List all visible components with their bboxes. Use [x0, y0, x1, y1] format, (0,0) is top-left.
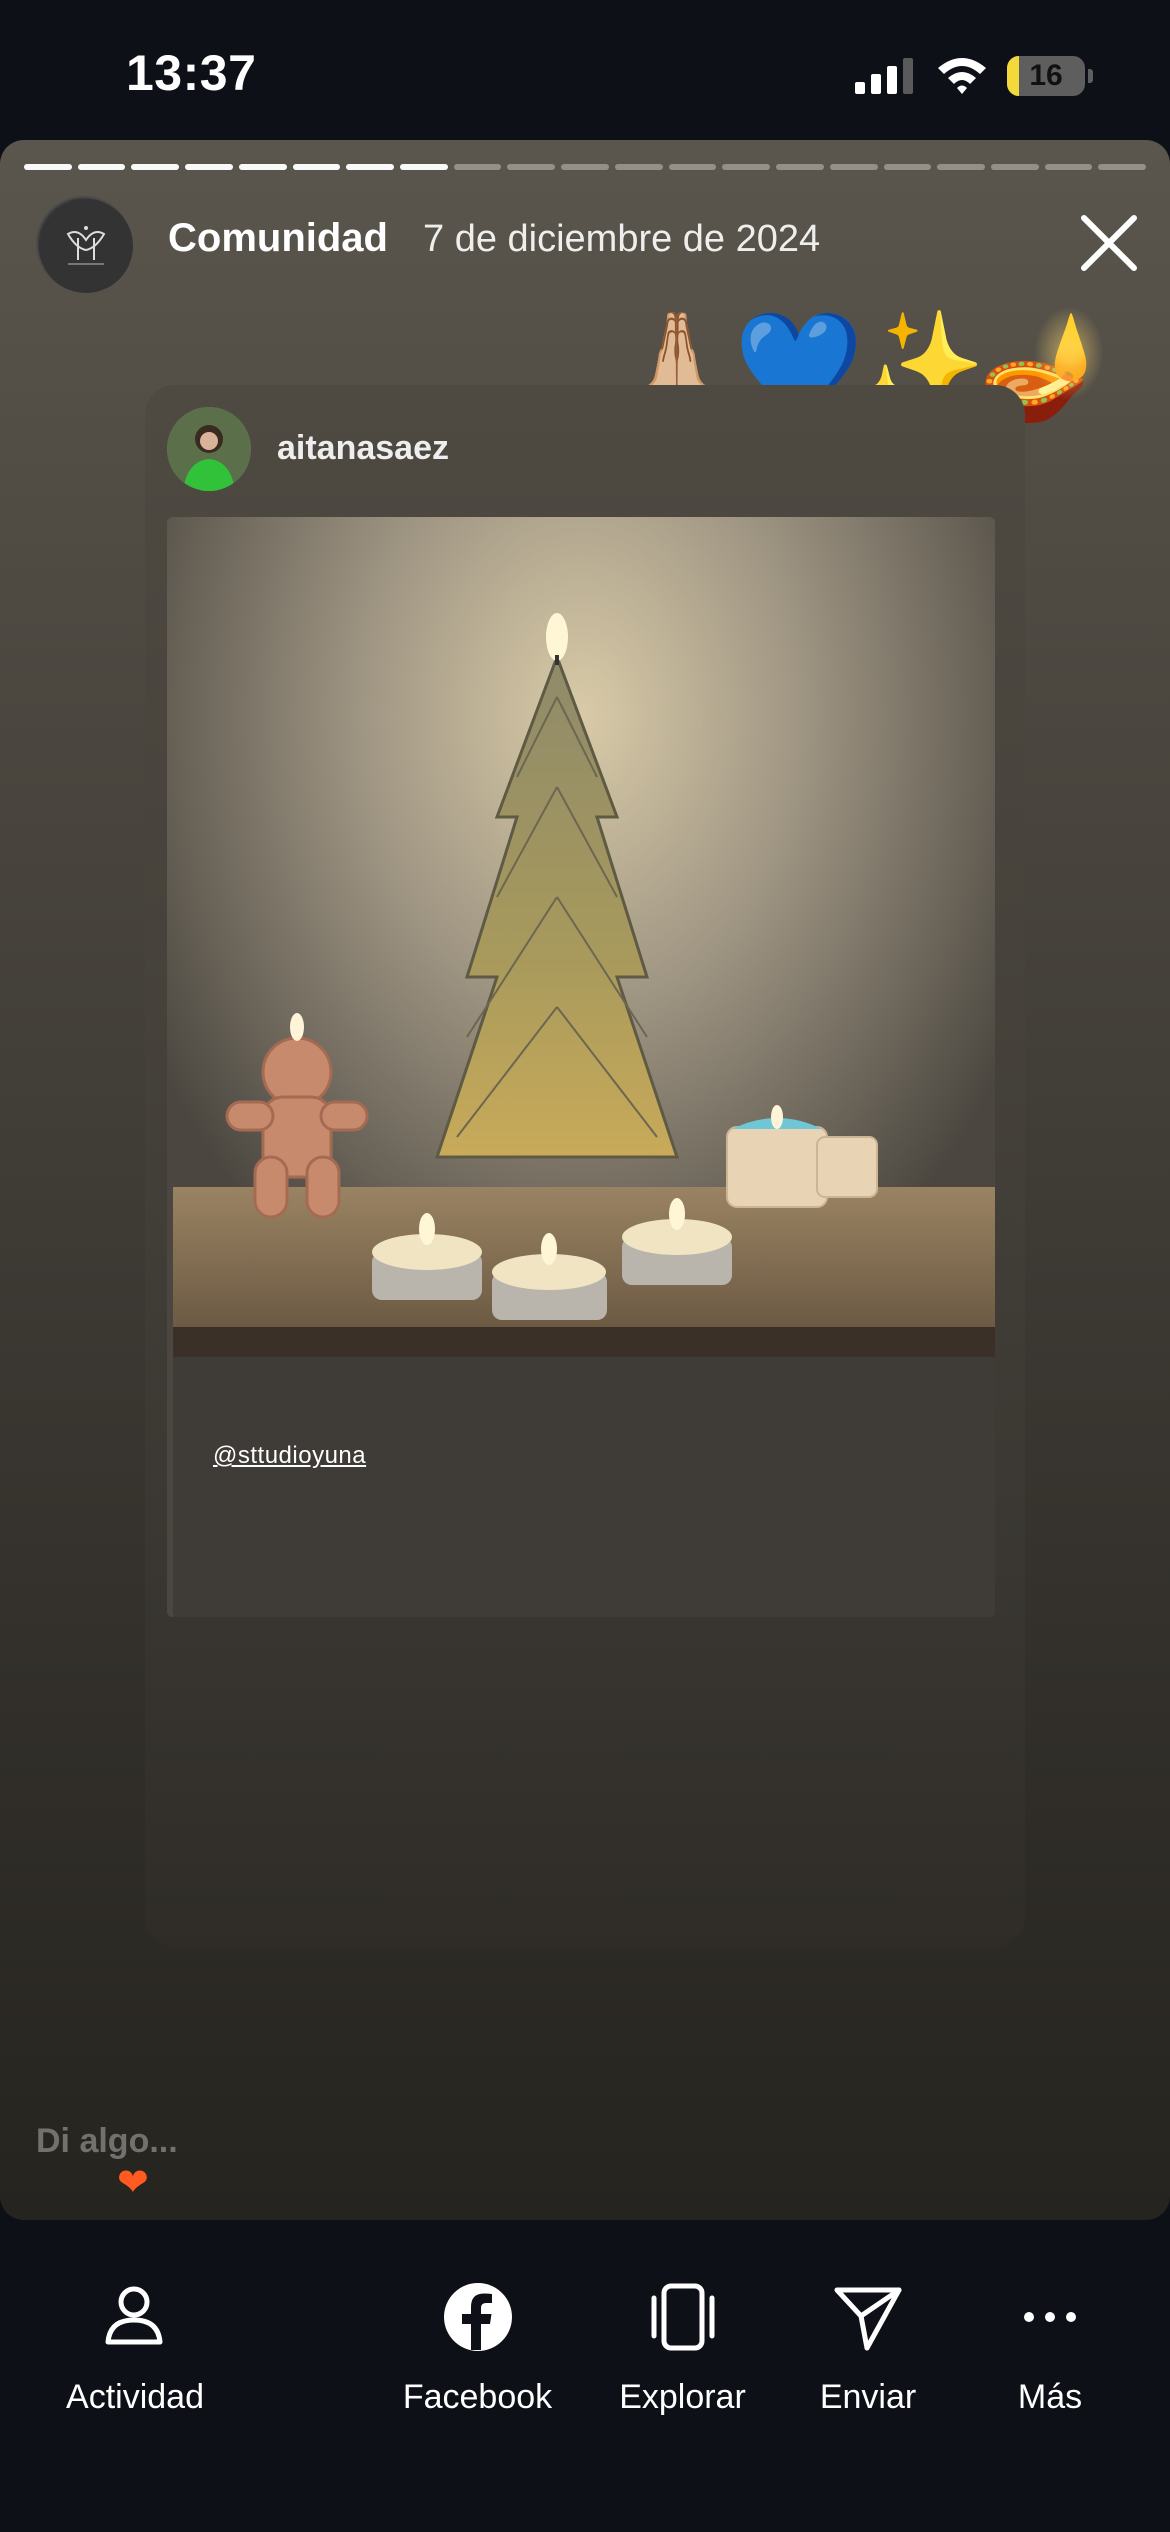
progress-segment: [131, 164, 180, 170]
account-avatar[interactable]: [36, 196, 133, 293]
facebook-button[interactable]: Facebook: [395, 2280, 560, 2440]
story-progress-bar: [24, 164, 1147, 170]
story-viewer[interactable]: Comunidad 7 de diciembre de 2024 🙏🏼 💙 ✨ 🪔 a…: [0, 140, 1170, 2220]
more-icon: [1024, 2312, 1076, 2322]
activity-icon: [105, 2286, 163, 2345]
more-label: Más: [1017, 2378, 1083, 2416]
progress-segment: [990, 164, 1039, 170]
send-icon: [834, 2287, 902, 2351]
explore-button[interactable]: Explorar: [610, 2280, 755, 2440]
account-name[interactable]: Comunidad: [168, 216, 388, 261]
activity-label: Actividad: [66, 2378, 204, 2416]
send-label: Enviar: [819, 2378, 917, 2416]
story-bottom-bar: Actividad Facebook Explorar Enviar Más: [0, 2220, 1170, 2532]
progress-segment: [829, 164, 878, 170]
progress-segment: [1098, 164, 1147, 170]
progress-segment: [238, 164, 287, 170]
heart-icon[interactable]: ❤: [117, 2162, 149, 2202]
cellular-signal-icon: [855, 58, 913, 94]
post-author-avatar[interactable]: [167, 407, 251, 491]
screen: 13:37 16 Comunidad 7 de diciembre de 202…: [0, 0, 1170, 2532]
send-button[interactable]: Enviar: [808, 2280, 928, 2440]
post-photo: @sttudioyuna: [167, 517, 995, 1617]
story-date: 7 de diciembre de 2024: [423, 218, 821, 260]
progress-segment: [292, 164, 341, 170]
progress-segment: [776, 164, 824, 170]
close-icon[interactable]: [1078, 212, 1140, 274]
battery-body: 16: [1007, 56, 1085, 96]
status-bar: 13:37 16: [0, 0, 1170, 140]
explore-icon: [651, 2283, 714, 2351]
progress-segment: [722, 164, 771, 170]
reposted-post-card[interactable]: aitanasaez @sttudioyuna: [145, 385, 1025, 1947]
progress-segment: [24, 164, 72, 170]
progress-segment: [346, 164, 395, 170]
progress-segment: [507, 164, 556, 170]
photo-mention-tag[interactable]: @sttudioyuna: [213, 1442, 366, 1470]
progress-segment: [77, 164, 126, 170]
progress-segment: [561, 164, 609, 170]
progress-segment: [937, 164, 985, 170]
progress-segment: [453, 164, 502, 170]
wifi-icon: [938, 58, 986, 94]
battery-cap: [1088, 69, 1093, 83]
progress-segment: [185, 164, 233, 170]
more-button[interactable]: Más: [990, 2280, 1110, 2440]
facebook-label: Facebook: [402, 2378, 553, 2416]
progress-segment: [400, 164, 448, 170]
activity-button[interactable]: Actividad: [55, 2280, 215, 2440]
explore-label: Explorar: [619, 2378, 746, 2416]
facebook-icon: [443, 2283, 512, 2351]
account-logo-icon: [39, 199, 133, 293]
progress-segment: [614, 164, 663, 170]
progress-segment: [1044, 164, 1093, 170]
progress-segment: [883, 164, 932, 170]
progress-segment: [668, 164, 717, 170]
reply-input[interactable]: Di algo...: [36, 2122, 178, 2161]
battery-icon: 16: [1007, 56, 1093, 96]
battery-level: 16: [1029, 59, 1063, 92]
status-time: 13:37: [126, 45, 257, 101]
post-author-username[interactable]: aitanasaez: [277, 429, 449, 468]
